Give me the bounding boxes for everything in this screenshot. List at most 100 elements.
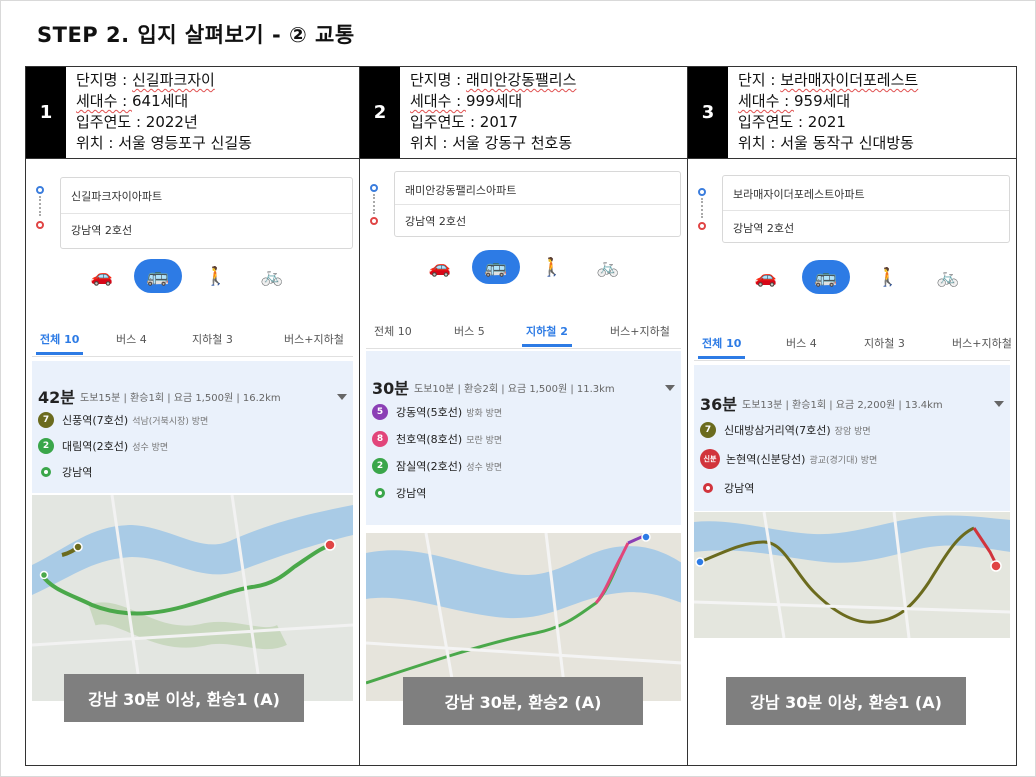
tab-bus[interactable]: 버스 4 — [116, 331, 147, 347]
line-badge: 7 — [700, 422, 716, 438]
destination-input[interactable]: 강남역 2호선 — [733, 220, 794, 236]
route-result[interactable]: 30분 도보10분 | 환승2회 | 요금 1,500원 | 11.3km 5 … — [366, 351, 681, 525]
summary-caption: 강남 30분, 환승2 (A) — [403, 677, 643, 725]
car-icon: 🚗 — [90, 265, 114, 287]
bike-mode-button[interactable]: 🚲 — [584, 250, 632, 284]
stop-direction: 석남(거북시장) 방면 — [132, 416, 209, 427]
origin-dot-icon — [370, 184, 378, 192]
transport-modes: 🚗 🚌 🚶 🚲 — [694, 260, 1010, 296]
bus-icon: 🚌 — [146, 265, 170, 287]
origin-input[interactable]: 래미안강동팰리스아파트 — [405, 182, 516, 198]
route-meta: 도보10분 | 환승2회 | 요금 1,500원 | 11.3km — [414, 384, 615, 395]
complex-units: 999세대 — [466, 92, 523, 110]
complex-info: 단지명 : 래미안강동팰리스 세대수 : 999세대 입주연도 : 2017 위… — [410, 70, 576, 154]
complex-number: 3 — [688, 67, 728, 158]
route-inputs: 신길파크자이아파트 강남역 2호선 — [60, 177, 353, 249]
location-label: 위치 : — [738, 134, 781, 152]
stop-item: 7 신대방삼거리역(7호선) 장암 방면 — [700, 421, 871, 439]
stop-name: 강동역(5호선) — [396, 406, 463, 419]
bike-mode-button[interactable]: 🚲 — [248, 259, 296, 293]
stop-name: 천호역(8호선) — [396, 433, 463, 446]
bus-icon: 🚌 — [484, 256, 508, 278]
stop-item: 5 강동역(5호선) 방화 방면 — [372, 403, 502, 421]
route-tabs: 전체 10 버스 4 지하철 3 버스+지하철 — [32, 319, 353, 357]
units-label: 세대수 : — [738, 92, 794, 110]
line-badge: 신분 — [700, 449, 720, 469]
tab-all[interactable]: 전체 10 — [697, 335, 746, 359]
units-label: 세대수 : — [410, 92, 466, 110]
origin-dot-icon — [36, 186, 44, 194]
complex-location: 서울 영등포구 신길동 — [118, 134, 252, 152]
route-map[interactable] — [694, 512, 1010, 638]
stop-item: 강남역 — [372, 484, 426, 502]
destination-input[interactable]: 강남역 2호선 — [71, 222, 132, 238]
complex-header: 2 단지명 : 래미안강동팰리스 세대수 : 999세대 입주연도 : 2017… — [360, 67, 687, 159]
map-graphic — [366, 533, 681, 701]
tab-bus-subway[interactable]: 버스+지하철 — [952, 335, 1012, 351]
year-label: 입주연도 : — [410, 113, 480, 131]
stop-direction: 모란 방면 — [466, 435, 503, 446]
complex-units: 959세대 — [794, 92, 851, 110]
stop-name: 대림역(2호선) — [62, 440, 129, 453]
tab-all[interactable]: 전체 10 — [374, 323, 412, 339]
route-result[interactable]: 42분 도보15분 | 환승1회 | 요금 1,500원 | 16.2km 7 … — [32, 361, 353, 493]
expand-caret-icon[interactable] — [994, 401, 1004, 407]
expand-caret-icon[interactable] — [665, 385, 675, 391]
complex-column-3: 3 단지 : 보라매자이더포레스트 세대수 : 959세대 입주연도 : 202… — [687, 67, 1016, 765]
stop-direction: 성수 방면 — [132, 442, 169, 453]
car-mode-button[interactable]: 🚗 — [416, 250, 464, 284]
tab-subway[interactable]: 지하철 3 — [192, 331, 233, 347]
bus-mode-button[interactable]: 🚌 — [472, 250, 520, 284]
year-label: 입주연도 : — [76, 113, 146, 131]
route-result[interactable]: 36분 도보13분 | 환승1회 | 요금 2,200원 | 13.4km 7 … — [694, 365, 1010, 511]
travel-time: 30분 — [372, 379, 409, 398]
complex-year: 2017 — [479, 113, 518, 131]
location-label: 위치 : — [410, 134, 453, 152]
car-mode-button[interactable]: 🚗 — [742, 260, 790, 294]
stop-item: 2 잠실역(2호선) 성수 방면 — [372, 457, 502, 475]
car-mode-button[interactable]: 🚗 — [78, 259, 126, 293]
origin-input[interactable]: 신길파크자이아파트 — [71, 188, 162, 204]
bike-mode-button[interactable]: 🚲 — [924, 260, 972, 294]
stop-name: 강남역 — [396, 487, 427, 500]
year-label: 입주연도 : — [738, 113, 808, 131]
route-map[interactable] — [366, 533, 681, 701]
destination-marker-icon — [703, 483, 713, 493]
tab-subway[interactable]: 지하철 2 — [522, 323, 572, 347]
line-badge: 7 — [38, 412, 54, 428]
tab-subway[interactable]: 지하철 3 — [864, 335, 905, 351]
tab-bus[interactable]: 버스 5 — [454, 323, 485, 339]
line-badge: 2 — [372, 458, 388, 474]
expand-caret-icon[interactable] — [337, 394, 347, 400]
bus-mode-button[interactable]: 🚌 — [802, 260, 850, 294]
page-title: STEP 2. 입지 살펴보기 - ② 교통 — [37, 23, 355, 47]
tab-bus-subway[interactable]: 버스+지하철 — [610, 323, 670, 339]
route-dotted-line — [373, 194, 375, 214]
car-icon: 🚗 — [754, 266, 778, 288]
complex-number: 2 — [360, 67, 400, 158]
tab-bus-subway[interactable]: 버스+지하철 — [284, 331, 344, 347]
tab-bus[interactable]: 버스 4 — [786, 335, 817, 351]
map-graphic — [694, 512, 1010, 638]
bus-mode-button[interactable]: 🚌 — [134, 259, 182, 293]
stop-direction: 성수 방면 — [466, 462, 503, 473]
comparison-table: 1 단지명 : 신길파크자이 세대수 : 641세대 입주연도 : 2022년 … — [25, 66, 1017, 766]
stop-name: 논현역(신분당선) — [726, 453, 806, 466]
walk-mode-button[interactable]: 🚶 — [864, 260, 912, 294]
stop-name: 강남역 — [724, 482, 755, 495]
walk-mode-button[interactable]: 🚶 — [192, 259, 240, 293]
tab-all[interactable]: 전체 10 — [35, 331, 84, 355]
stop-name: 신대방삼거리역(7호선) — [724, 424, 831, 437]
complex-info: 단지 : 보라매자이더포레스트 세대수 : 959세대 입주연도 : 2021 … — [738, 70, 918, 154]
route-map[interactable] — [32, 495, 353, 701]
origin-input[interactable]: 보라매자이더포레스트아파트 — [733, 186, 865, 202]
destination-input[interactable]: 강남역 2호선 — [405, 213, 466, 229]
walk-mode-button[interactable]: 🚶 — [528, 250, 576, 284]
route-dotted-line — [701, 198, 703, 218]
stop-item: 2 대림역(2호선) 성수 방면 — [38, 437, 168, 455]
summary-caption: 강남 30분 이상, 환승1 (A) — [726, 677, 966, 725]
stop-item: 신분 논현역(신분당선) 광교(경기대) 방면 — [700, 449, 877, 469]
route-meta: 도보15분 | 환승1회 | 요금 1,500원 | 16.2km — [80, 393, 281, 404]
stop-name: 강남역 — [62, 466, 93, 479]
destination-marker-icon — [375, 488, 385, 498]
